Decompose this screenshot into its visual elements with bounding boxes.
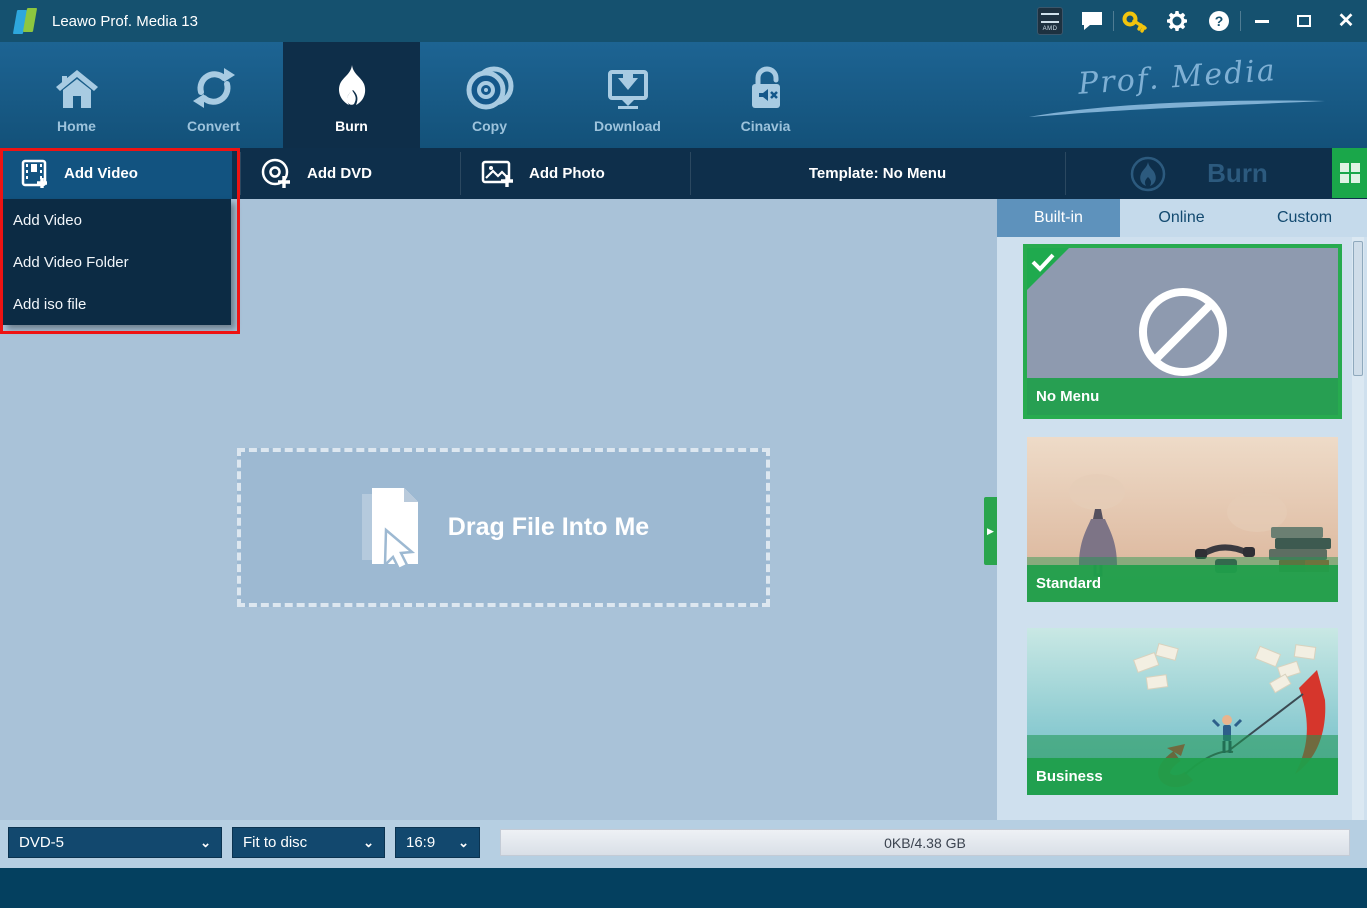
home-icon xyxy=(53,66,101,110)
fit-mode-select[interactable]: Fit to disc ⌄ xyxy=(232,827,385,858)
template-name: Standard xyxy=(1027,565,1338,602)
template-grid-button[interactable] xyxy=(1332,148,1367,198)
nav-copy[interactable]: Copy xyxy=(421,42,558,148)
add-photo-icon xyxy=(481,159,515,189)
nav-label: Copy xyxy=(472,118,507,134)
add-photo-button[interactable]: Add Photo xyxy=(461,148,690,199)
add-video-label: Add Video xyxy=(64,165,138,182)
add-dvd-icon xyxy=(261,158,293,190)
scrollbar-thumb[interactable] xyxy=(1353,241,1363,376)
menu-item-add-iso-file[interactable]: Add iso file xyxy=(3,283,231,325)
menu-item-add-video[interactable]: Add Video xyxy=(3,199,231,241)
panel-scrollbar[interactable] xyxy=(1352,237,1364,820)
nav-label: Download xyxy=(594,118,661,134)
download-icon xyxy=(604,66,652,110)
add-dvd-button[interactable]: Add DVD xyxy=(241,148,460,199)
menu-item-add-video-folder[interactable]: Add Video Folder xyxy=(3,241,231,283)
bottom-bar: DVD-5 ⌄ Fit to disc ⌄ 16:9 ⌄ 0KB/4.38 GB xyxy=(0,820,1367,868)
add-dvd-label: Add DVD xyxy=(307,165,372,182)
template-tabs: Built-in Online Custom xyxy=(997,199,1367,237)
nav-cinavia[interactable]: Cinavia xyxy=(697,42,834,148)
titlebar: Leawo Prof. Media 13 AMD ? ✕ xyxy=(0,0,1367,42)
copy-disc-icon xyxy=(466,66,514,110)
add-video-dropdown: Add Video Add Video Folder Add iso file xyxy=(3,199,231,325)
sub-toolbar: Add Video Add DVD xyxy=(0,148,1367,199)
template-name: No Menu xyxy=(1027,378,1338,415)
tab-online[interactable]: Online xyxy=(1120,199,1243,237)
brand-text: Prof. Media xyxy=(1077,53,1278,102)
template-no-menu[interactable]: No Menu xyxy=(1027,248,1338,415)
add-video-button[interactable]: Add Video xyxy=(0,148,232,199)
disc-type-select[interactable]: DVD-5 ⌄ xyxy=(8,827,222,858)
drag-drop-zone[interactable]: Drag File Into Me xyxy=(237,448,770,607)
window-title: Leawo Prof. Media 13 xyxy=(52,13,198,30)
burn-flame-icon xyxy=(331,64,373,110)
burn-action-label: Burn xyxy=(1207,158,1268,189)
amd-badge-icon[interactable]: AMD xyxy=(1029,0,1071,42)
nav-burn[interactable]: Burn xyxy=(283,42,420,148)
key-icon[interactable] xyxy=(1114,0,1156,42)
close-button[interactable]: ✕ xyxy=(1325,0,1367,42)
leawo-logo-icon xyxy=(12,8,42,34)
brand-swoosh xyxy=(1027,97,1327,119)
svg-text:?: ? xyxy=(1215,13,1224,29)
nav-download[interactable]: Download xyxy=(559,42,696,148)
template-label: Template: No Menu xyxy=(809,165,946,182)
nav-label: Cinavia xyxy=(741,118,791,134)
burn-action-button[interactable]: Burn xyxy=(1065,148,1332,199)
gear-icon[interactable] xyxy=(1156,0,1198,42)
chevron-down-icon: ⌄ xyxy=(458,835,469,851)
brand-logo: Prof. Media xyxy=(1027,60,1327,119)
tab-custom[interactable]: Custom xyxy=(1243,199,1366,237)
dropzone-label: Drag File Into Me xyxy=(448,513,649,542)
message-icon[interactable] xyxy=(1071,0,1113,42)
fit-mode-value: Fit to disc xyxy=(243,834,307,851)
add-photo-label: Add Photo xyxy=(529,165,605,182)
nav-label: Burn xyxy=(335,118,368,134)
app-window: Leawo Prof. Media 13 AMD ? ✕ xyxy=(0,0,1367,908)
nav-home[interactable]: Home xyxy=(8,42,145,148)
aspect-ratio-select[interactable]: 16:9 ⌄ xyxy=(395,827,480,858)
template-name: Business xyxy=(1027,758,1338,795)
nav-label: Home xyxy=(57,118,96,134)
disc-type-value: DVD-5 xyxy=(19,834,64,851)
no-symbol-icon xyxy=(1135,284,1231,380)
nav-label: Convert xyxy=(187,118,240,134)
capacity-bar: 0KB/4.38 GB xyxy=(500,829,1350,856)
drag-file-icon xyxy=(358,486,422,570)
convert-icon xyxy=(191,66,237,110)
template-standard[interactable]: Standard xyxy=(1027,437,1338,602)
chevron-down-icon: ⌄ xyxy=(363,835,374,851)
tab-built-in[interactable]: Built-in xyxy=(997,199,1120,237)
minimize-button[interactable] xyxy=(1241,0,1283,42)
capacity-text: 0KB/4.38 GB xyxy=(884,835,966,851)
selected-check-icon xyxy=(1027,248,1069,290)
main-nav: Home Convert Burn Co xyxy=(0,42,1367,148)
template-button[interactable]: Template: No Menu xyxy=(690,148,1065,199)
nav-convert[interactable]: Convert xyxy=(145,42,282,148)
chevron-down-icon: ⌄ xyxy=(200,835,211,851)
template-business[interactable]: Business xyxy=(1027,628,1338,795)
panel-collapse-handle[interactable]: ▶ xyxy=(984,497,997,565)
template-panel: ▶ Built-in Online Custom No Menu xyxy=(997,199,1367,820)
maximize-button[interactable] xyxy=(1283,0,1325,42)
grid-icon xyxy=(1340,163,1360,183)
add-video-icon xyxy=(20,158,50,190)
status-strip xyxy=(0,868,1367,908)
help-icon[interactable]: ? xyxy=(1198,0,1240,42)
aspect-ratio-value: 16:9 xyxy=(406,834,435,851)
cinavia-lock-icon xyxy=(744,66,788,110)
burn-action-icon xyxy=(1129,155,1167,193)
